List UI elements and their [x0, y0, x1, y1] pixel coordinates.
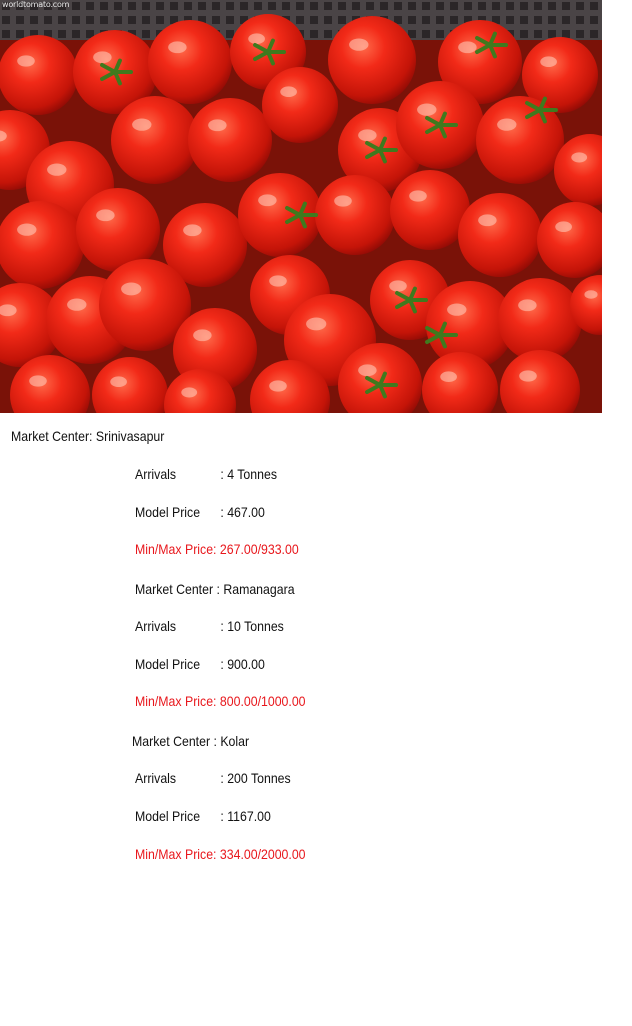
- tomato-highlight: [132, 118, 152, 131]
- arrivals-label: Arrivals: [135, 770, 177, 786]
- tomato-highlight: [110, 376, 127, 388]
- tomato-highlight: [478, 214, 497, 227]
- tomato-highlight: [358, 364, 377, 377]
- arrivals-value: : 4 Tonnes: [220, 466, 277, 482]
- tomato: [0, 35, 78, 115]
- tomato-highlight: [96, 209, 115, 222]
- tomato: [315, 175, 395, 255]
- tomato-highlight: [93, 51, 112, 64]
- tomato-highlight: [183, 224, 202, 237]
- tomato-highlight: [193, 329, 212, 342]
- model-price-row: Model Price : 1167.00: [135, 807, 311, 825]
- model-price-label: Model Price: [135, 504, 201, 520]
- tomato: [458, 193, 542, 277]
- tomato-highlight: [47, 163, 67, 176]
- model-price-value: : 900.00: [220, 656, 265, 672]
- tomato-highlight: [458, 41, 477, 54]
- tomato: [262, 67, 338, 143]
- tomato-highlight: [306, 317, 327, 331]
- market-center-kolar: Market Center : Kolar: [132, 733, 250, 749]
- tomato: [328, 16, 416, 104]
- arrivals-label: Arrivals: [135, 466, 177, 482]
- tomato-highlight: [121, 282, 142, 296]
- tomato-highlight: [181, 387, 198, 398]
- tomato: [0, 201, 84, 289]
- tomato-highlight: [269, 380, 287, 392]
- tomato-highlight: [349, 38, 369, 51]
- min-max-price: Min/Max Price: 334.00/2000.00: [135, 846, 306, 862]
- tomato-highlight: [555, 221, 572, 233]
- model-price-row: Model Price : 467.00: [135, 503, 311, 521]
- tomatoes-photo: worldtomato.com: [0, 0, 602, 413]
- tomato: [188, 98, 272, 182]
- tomato-highlight: [258, 194, 277, 207]
- min-max-price: Min/Max Price: 267.00/933.00: [135, 541, 299, 557]
- arrivals-value: : 200 Tonnes: [220, 770, 291, 786]
- model-price-value: : 467.00: [220, 504, 265, 520]
- tomato-highlight: [248, 33, 265, 45]
- arrivals-value: : 10 Tonnes: [220, 618, 284, 634]
- tomato: [148, 20, 232, 104]
- tomato-highlight: [67, 298, 87, 311]
- tomato: [390, 170, 470, 250]
- tomato-highlight: [334, 195, 352, 207]
- tomato-highlight: [571, 152, 588, 163]
- tomatoes-image: [0, 0, 602, 413]
- model-price-value: : 1167.00: [220, 808, 271, 824]
- tomato-highlight: [358, 129, 377, 142]
- watermark-text: worldtomato.com: [2, 0, 70, 9]
- tomato-highlight: [417, 103, 437, 116]
- arrivals-row: Arrivals : 4 Tonnes: [135, 465, 311, 483]
- tomato-highlight: [208, 119, 227, 132]
- tomato-highlight: [29, 375, 47, 387]
- tomato: [498, 278, 582, 362]
- model-price-label: Model Price: [135, 656, 201, 672]
- tomato-highlight: [168, 41, 187, 54]
- tomato-highlight: [447, 303, 467, 316]
- tomato-highlight: [540, 56, 557, 68]
- tomato-highlight: [17, 223, 37, 236]
- tomato-highlight: [389, 280, 407, 292]
- tomato-highlight: [17, 55, 35, 67]
- min-max-price: Min/Max Price: 800.00/1000.00: [135, 693, 306, 709]
- market-center-srinivasapur: Market Center: Srinivasapur: [11, 428, 165, 444]
- tomato-highlight: [497, 118, 517, 131]
- arrivals-label: Arrivals: [135, 618, 177, 634]
- tomato-highlight: [280, 86, 297, 98]
- model-price-row: Model Price : 900.00: [135, 655, 311, 673]
- tomato: [111, 96, 199, 184]
- market-center-ramanagara: Market Center : Ramanagara: [135, 581, 295, 597]
- tomato-highlight: [269, 275, 287, 287]
- arrivals-row: Arrivals : 200 Tonnes: [135, 769, 311, 787]
- model-price-label: Model Price: [135, 808, 201, 824]
- tomato-highlight: [584, 290, 598, 299]
- tomato-highlight: [409, 190, 427, 202]
- arrivals-row: Arrivals : 10 Tonnes: [135, 617, 311, 635]
- tomato-highlight: [519, 370, 537, 382]
- tomato-highlight: [518, 299, 537, 312]
- tomato-highlight: [440, 371, 457, 383]
